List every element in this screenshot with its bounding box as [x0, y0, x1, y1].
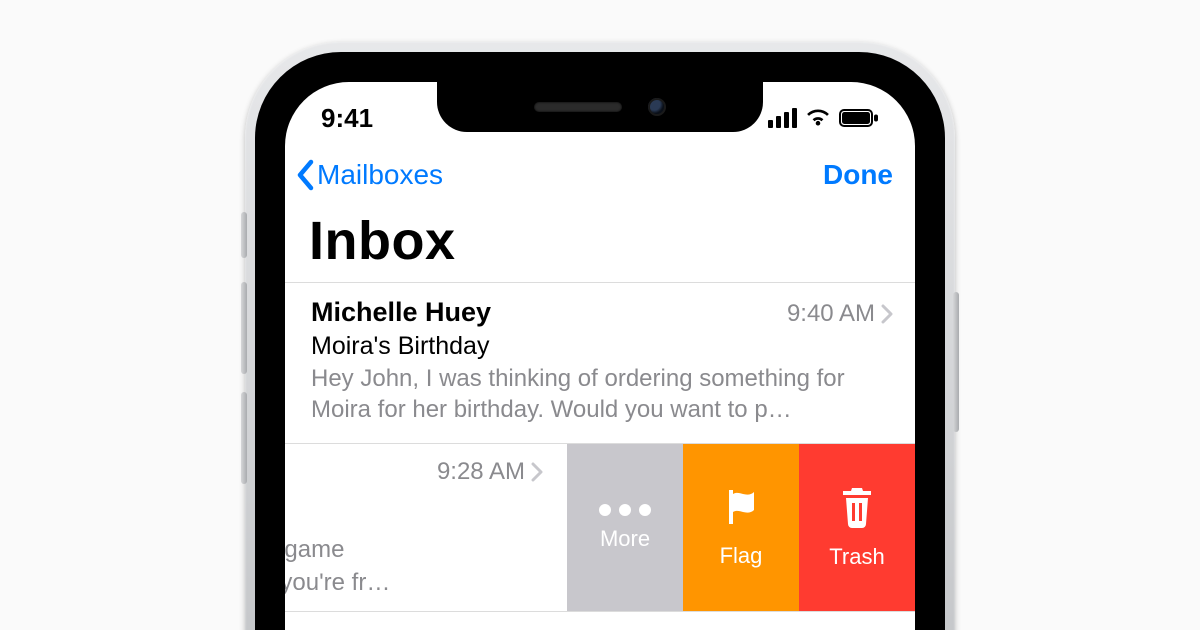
phone-bezel: 9:41	[255, 52, 945, 630]
phone-frame: 9:41	[245, 42, 955, 630]
message-subject: Moira's Birthday	[311, 332, 893, 361]
status-indicators	[768, 108, 879, 128]
swipe-more-label: More	[600, 526, 650, 552]
screen: 9:41	[285, 82, 915, 630]
status-time: 9:41	[321, 103, 373, 134]
back-button[interactable]: Mailboxes	[295, 158, 443, 192]
notch	[437, 82, 763, 132]
message-preview: gether for game ndering if you're fr…	[285, 534, 595, 599]
swipe-actions: More Flag	[567, 444, 915, 611]
done-button[interactable]: Done	[823, 159, 893, 191]
swipe-trash-label: Trash	[829, 544, 884, 570]
chevron-right-icon	[531, 462, 543, 482]
message-row[interactable]: Michelle Huey 9:40 AM Moira's Birthday H…	[285, 283, 915, 444]
message-time-wrap: 9:28 AM	[437, 458, 543, 486]
swipe-more-button[interactable]: More	[567, 444, 683, 611]
more-icon	[599, 504, 651, 516]
volume-down-button	[241, 392, 247, 484]
page-title: Inbox	[309, 210, 456, 272]
cellular-signal-icon	[768, 108, 797, 128]
message-time: 9:28 AM	[437, 458, 525, 486]
message-list[interactable]: Michelle Huey 9:40 AM Moira's Birthday H…	[285, 282, 915, 630]
nav-bar: Mailboxes Done	[285, 142, 915, 208]
message-sender: Monica Reyna	[311, 626, 493, 630]
wifi-icon	[805, 108, 831, 128]
message-preview: Hey John, I was thinking of ordering som…	[311, 363, 893, 425]
swipe-trash-button[interactable]: Trash	[799, 444, 915, 611]
chevron-left-icon	[295, 158, 317, 192]
stage: 9:41	[0, 0, 1200, 630]
flag-icon	[723, 487, 759, 533]
front-camera	[648, 98, 666, 116]
trash-icon	[840, 486, 874, 534]
message-row[interactable]: Monica Reyna 9:05 AM	[285, 612, 915, 630]
message-time: 9:40 AM	[787, 300, 875, 328]
side-button	[953, 292, 959, 432]
message-row-swiped[interactable]: 9:28 AM gether for game ndering if you'r…	[285, 444, 915, 612]
earpiece-speaker	[534, 102, 622, 112]
message-sender: Michelle Huey	[311, 297, 491, 328]
mute-switch	[241, 212, 247, 258]
message-time-wrap: 9:40 AM	[787, 300, 893, 328]
swipe-flag-label: Flag	[720, 543, 763, 569]
chevron-right-icon	[881, 304, 893, 324]
back-label: Mailboxes	[317, 159, 443, 191]
swipe-flag-button[interactable]: Flag	[683, 444, 799, 611]
volume-up-button	[241, 282, 247, 374]
battery-icon	[839, 109, 879, 127]
